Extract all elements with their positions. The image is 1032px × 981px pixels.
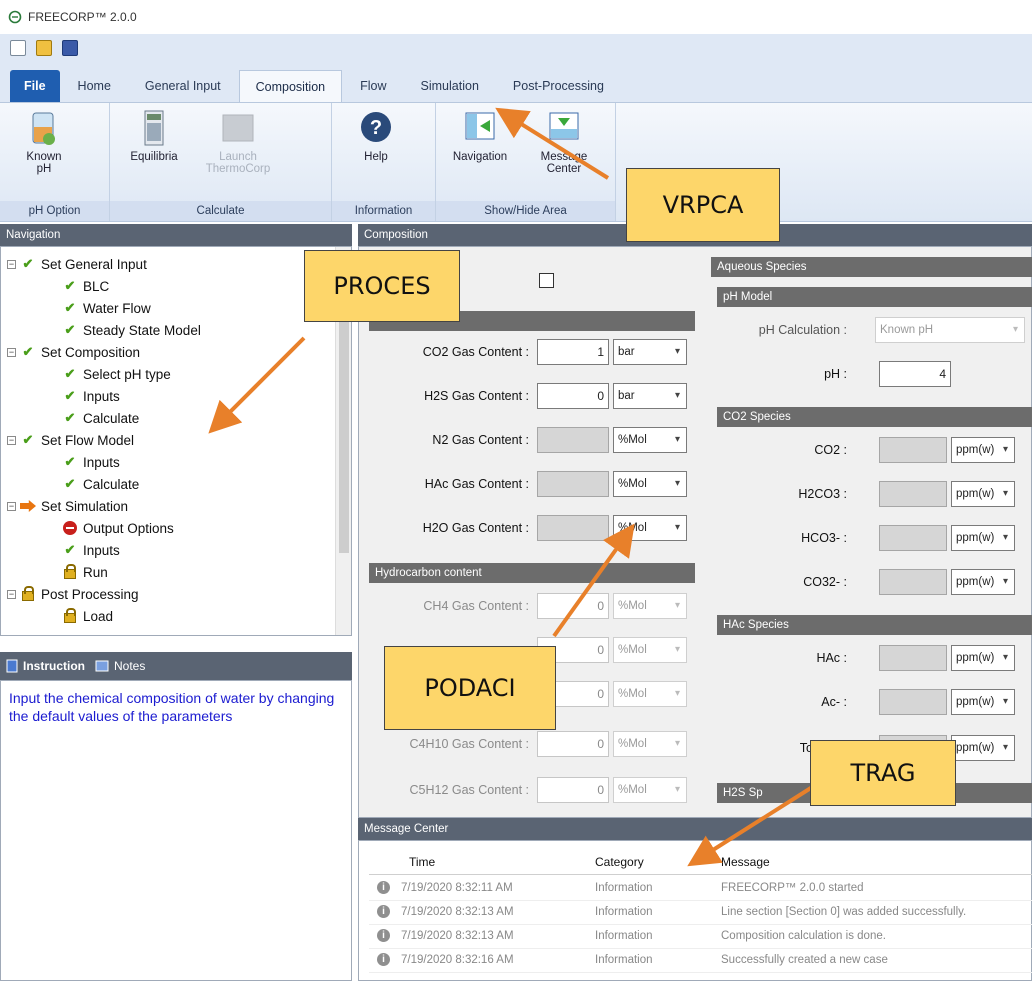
callout-trag: TRAG — [810, 740, 956, 806]
callout-vrpca: VRPCA — [626, 168, 780, 242]
proces-arrow — [208, 336, 306, 434]
callout-proces: PROCES — [304, 250, 460, 322]
callout-podaci: PODACI — [384, 646, 556, 730]
podaci-arrow — [552, 523, 635, 638]
annotation-arrows — [208, 107, 816, 867]
trag-arrow — [687, 784, 816, 867]
vrpca-arrow — [495, 107, 610, 180]
